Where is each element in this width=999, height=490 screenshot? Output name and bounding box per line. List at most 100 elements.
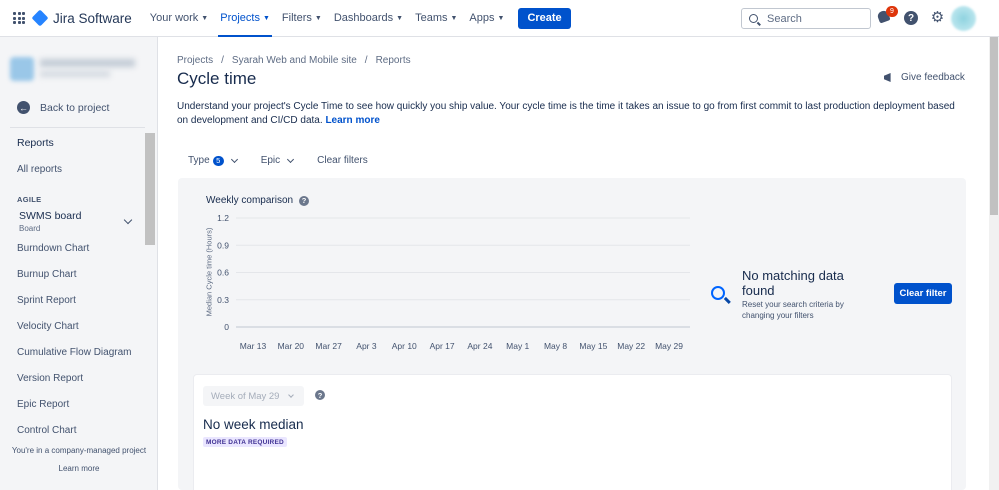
nav-your-work[interactable]: Your work ▼	[144, 0, 214, 37]
search-input[interactable]	[767, 12, 867, 25]
sidebar-item-all-reports[interactable]: All reports	[17, 164, 62, 175]
filter-bar: Type 5 Epic Clear filters	[188, 155, 392, 166]
project-type-blurred	[40, 71, 110, 77]
chevron-down-icon: ▼	[201, 14, 209, 22]
nav-label: Teams	[415, 12, 448, 24]
breadcrumb-project[interactable]: Syarah Web and Mobile site	[232, 55, 357, 66]
breadcrumb-separator: /	[221, 55, 224, 66]
chevron-down-icon	[230, 155, 238, 163]
breadcrumb-separator: /	[364, 55, 368, 66]
avatar[interactable]	[951, 6, 976, 31]
project-avatar	[10, 57, 34, 81]
back-to-project-link[interactable]: ← Back to project	[17, 101, 109, 114]
search-icon	[749, 14, 758, 23]
magnifier-icon	[711, 286, 731, 304]
status-lozenge: MORE DATA REQUIRED	[203, 437, 287, 447]
y-tick-label: 1.2	[217, 213, 229, 223]
nav-filters[interactable]: Filters ▼	[276, 0, 328, 37]
sidebar-scrollbar[interactable]	[145, 133, 155, 245]
project-header[interactable]	[10, 55, 135, 81]
nav-label: Filters	[281, 12, 312, 24]
give-feedback-button[interactable]: Give feedback	[884, 72, 965, 83]
week-median-card	[193, 374, 952, 490]
sidebar-item-sprint-report[interactable]: Sprint Report	[17, 295, 76, 306]
question-icon[interactable]: ?	[315, 390, 325, 400]
chevron-down-icon	[288, 391, 295, 398]
page-scrollbar[interactable]	[989, 37, 999, 490]
epic-filter[interactable]: Epic	[260, 155, 295, 166]
x-tick-label: Apr 10	[392, 341, 417, 351]
empty-state-title: No matching data found	[742, 268, 844, 298]
divider	[10, 127, 145, 128]
chevron-down-icon: ▼	[497, 14, 505, 22]
breadcrumb-reports[interactable]: Reports	[376, 55, 411, 66]
nav-projects[interactable]: Projects ▼	[214, 0, 276, 37]
sidebar-item-velocity-chart[interactable]: Velocity Chart	[17, 321, 79, 332]
nav-teams[interactable]: Teams ▼	[409, 0, 463, 37]
chart-title-text: Weekly comparison	[206, 195, 294, 206]
app-switcher-icon[interactable]	[13, 12, 25, 24]
x-tick-label: Mar 13	[240, 341, 267, 351]
chevron-down-icon: ▼	[262, 14, 270, 22]
x-tick-label: May 22	[617, 341, 645, 351]
x-tick-label: May 15	[579, 341, 607, 351]
arrow-left-icon: ←	[17, 101, 30, 114]
search-box[interactable]	[741, 8, 871, 29]
nav-apps[interactable]: Apps ▼	[463, 0, 510, 37]
logo-text: Jira Software	[53, 10, 132, 26]
jira-logo[interactable]: Jira Software	[31, 9, 132, 27]
sidebar-item-burndown-chart[interactable]: Burndown Chart	[17, 243, 89, 254]
type-filter-count: 5	[212, 155, 224, 166]
board-subtitle: Board	[19, 224, 41, 233]
clear-filters-button[interactable]: Clear filters	[317, 155, 368, 166]
y-tick-label: 0.3	[217, 295, 229, 305]
week-selector-value: Week of May 29	[211, 390, 280, 402]
create-button[interactable]: Create	[518, 7, 571, 29]
chevron-down-icon: ▼	[396, 14, 404, 22]
y-tick-label: 0.6	[217, 268, 229, 278]
week-selector: Week of May 29	[203, 386, 304, 406]
gear-icon[interactable]: ⚙	[930, 10, 945, 25]
x-tick-label: Apr 3	[356, 341, 377, 351]
clear-filter-button[interactable]: Clear filter	[894, 283, 952, 304]
description-text: Understand your project's Cycle Time to …	[177, 101, 955, 126]
x-tick-label: May 29	[655, 341, 683, 351]
chevron-down-icon	[287, 155, 295, 163]
sidebar-item-control-chart[interactable]: Control Chart	[17, 425, 76, 436]
board-selector[interactable]: SWMS board	[19, 210, 81, 222]
x-tick-label: Mar 20	[278, 341, 305, 351]
sidebar-reports-heading: Reports	[17, 137, 54, 149]
x-tick-label: Mar 27	[315, 341, 342, 351]
chevron-down-icon[interactable]	[123, 215, 133, 225]
clear-filters-label: Clear filters	[317, 155, 368, 166]
sidebar: ← Back to project Reports All reports AG…	[0, 37, 158, 490]
sidebar-item-epic-report[interactable]: Epic Report	[17, 399, 69, 410]
sidebar-item-burnup-chart[interactable]: Burnup Chart	[17, 269, 76, 280]
nav-dashboards[interactable]: Dashboards ▼	[328, 0, 409, 37]
notifications-button[interactable]: 9	[876, 6, 898, 25]
week-median-text: No week median	[203, 417, 304, 432]
y-tick-label: 0.9	[217, 240, 229, 250]
project-type-note: You're in a company-managed project	[11, 446, 147, 455]
nav-label: Dashboards	[333, 12, 394, 24]
sidebar-item-cumulative-flow-diagram[interactable]: Cumulative Flow Diagram	[17, 347, 131, 358]
breadcrumb-projects[interactable]: Projects	[177, 55, 213, 66]
give-feedback-label: Give feedback	[901, 72, 965, 83]
page-scrollbar-thumb[interactable]	[990, 37, 998, 215]
sidebar-item-version-report[interactable]: Version Report	[17, 373, 83, 384]
type-filter-label: Type	[188, 155, 210, 166]
learn-more-link[interactable]: Learn more	[0, 464, 158, 473]
help-icon[interactable]: ?	[904, 11, 918, 25]
magnifier-lens	[711, 286, 725, 300]
megaphone-icon	[884, 73, 891, 82]
question-icon[interactable]: ?	[299, 195, 310, 206]
sidebar-section-label: AGILE	[17, 195, 42, 204]
x-tick-label: Apr 17	[430, 341, 455, 351]
type-filter[interactable]: Type 5	[188, 155, 238, 166]
weekly-comparison-chart: 1.2 0.9 0.6 0.3 0 Mar 13 Mar 20 Mar 27 Apr 3 Apr …	[217, 213, 690, 351]
epic-filter-label: Epic	[260, 155, 281, 166]
learn-more-link[interactable]: Learn more	[325, 115, 379, 126]
chevron-down-icon: ▼	[450, 14, 458, 22]
nav-label: Your work	[149, 12, 199, 24]
jira-logo-icon	[31, 9, 49, 27]
